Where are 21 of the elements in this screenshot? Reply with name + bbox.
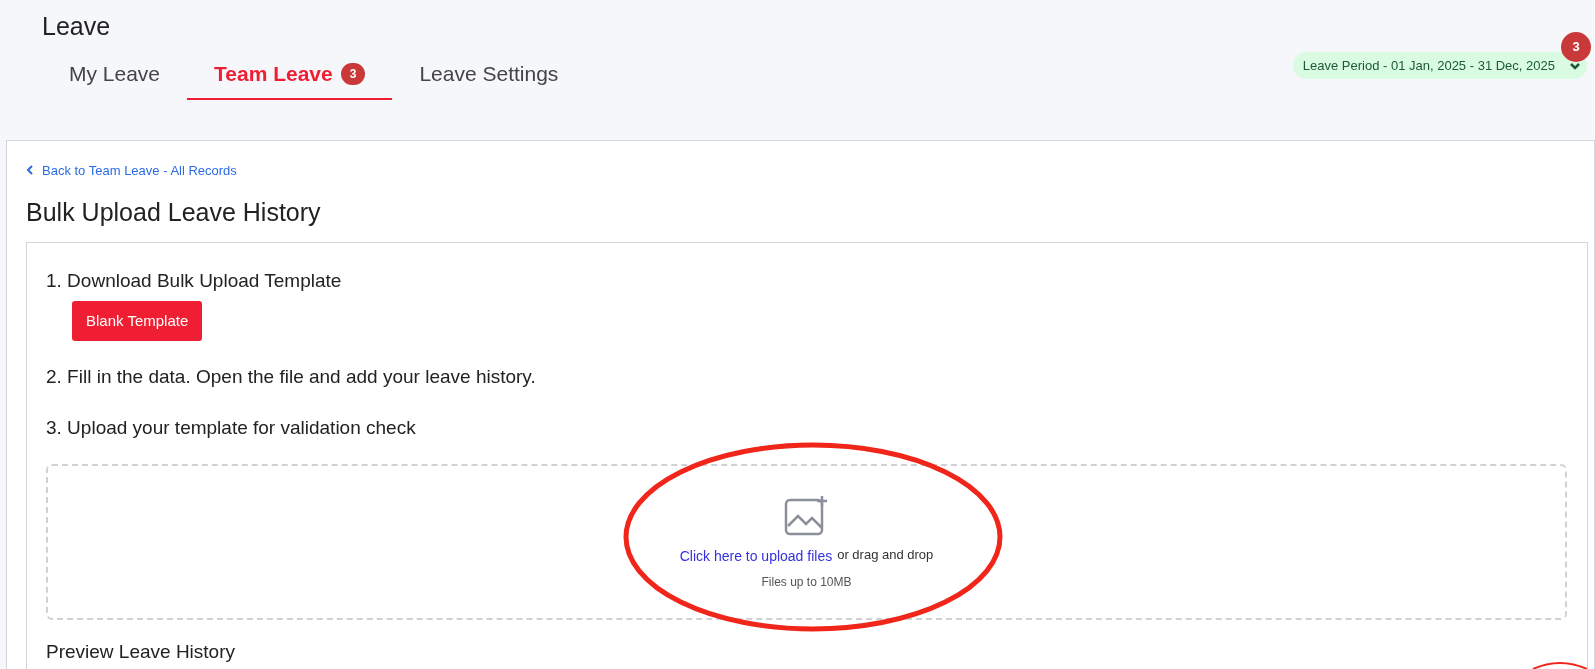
chevron-left-icon bbox=[26, 165, 34, 176]
add-image-icon bbox=[783, 493, 830, 536]
leave-period-dropdown[interactable]: Leave Period - 01 Jan, 2025 - 31 Dec, 2025 bbox=[1292, 52, 1587, 79]
step-text: 2. Fill in the data. Open the file and add your leave history. bbox=[46, 365, 537, 389]
step-text: 1. Download Bulk Upload Template bbox=[46, 268, 343, 293]
tab[interactable]: My Leave bbox=[42, 49, 188, 100]
preview-heading: Preview Leave History bbox=[46, 642, 236, 662]
chevron-down-icon bbox=[1569, 61, 1581, 70]
back-link[interactable]: Back to Team Leave - All Records bbox=[26, 160, 237, 180]
page-title: Leave bbox=[42, 11, 112, 42]
count-badge: 3 bbox=[340, 62, 366, 85]
step-text: 3. Upload your template for validation check bbox=[46, 415, 417, 440]
upload-link[interactable]: Click here to upload files bbox=[679, 545, 833, 567]
file-dropzone[interactable]: Click here to upload files or drag and drop Files up to 10MB bbox=[46, 464, 1567, 620]
drag-drop-text: or drag and drop bbox=[837, 545, 934, 564]
tab[interactable]: Leave Settings bbox=[392, 49, 586, 100]
blank-template-button[interactable]: Blank Template bbox=[72, 301, 203, 341]
file-size-hint: Files up to 10MB bbox=[761, 573, 852, 591]
notification-badge: 3 bbox=[1561, 32, 1591, 62]
tab[interactable]: Team Leave 3 bbox=[187, 49, 393, 100]
page-heading: Bulk Upload Leave History bbox=[26, 197, 322, 228]
